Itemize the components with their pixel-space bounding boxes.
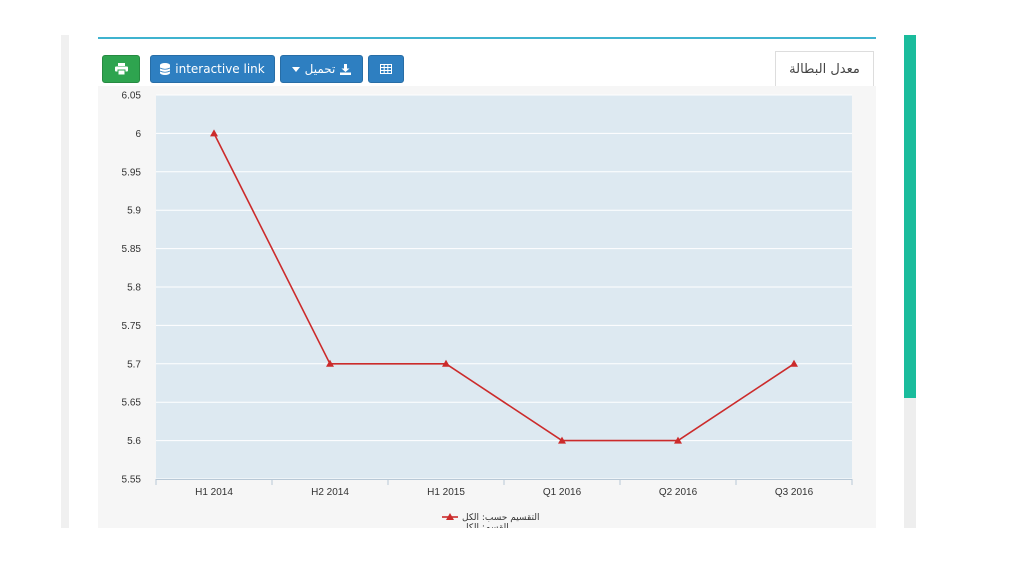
left-gutter (61, 35, 69, 528)
y-tick-label: 5.55 (122, 475, 142, 486)
y-tick-label: 5.7 (127, 359, 141, 370)
tab-unemployment-rate[interactable]: معدل البطالة (775, 51, 874, 86)
printer-icon (114, 63, 128, 75)
caret-down-icon (291, 66, 300, 72)
x-tick-label: H1 2014 (195, 487, 233, 498)
legend-label: التقسيم حسب: الكل (462, 513, 539, 523)
download-icon (340, 63, 352, 75)
y-tick-label: 5.65 (122, 398, 142, 409)
scrollbar-thumb[interactable] (904, 35, 916, 398)
download-dropdown-button[interactable]: تحميل (280, 55, 363, 83)
y-tick-label: 5.9 (127, 206, 141, 217)
x-tick-label: H1 2015 (427, 487, 465, 498)
x-tick-label: Q3 2016 (775, 487, 814, 498)
table-icon (380, 64, 392, 74)
y-tick-label: 6.05 (122, 91, 142, 102)
y-tick-label: 5.8 (127, 283, 141, 294)
table-view-button[interactable] (368, 55, 404, 83)
y-tick-label: 6 (135, 129, 141, 140)
interactive-link-button[interactable]: interactive link (150, 55, 275, 83)
y-tick-label: 5.95 (122, 167, 142, 178)
legend-label-second: القسم: الكل (462, 523, 509, 528)
chart-container: 6.05 6 5.95 5.9 5.85 5.8 5.75 5.7 5.65 5.6 5.55 H1… (98, 86, 876, 528)
x-tick-label: Q1 2016 (543, 487, 582, 498)
x-tick-label: Q2 2016 (659, 487, 698, 498)
download-label: تحميل (304, 62, 336, 76)
top-divider (98, 37, 876, 39)
database-icon (160, 63, 171, 75)
tab-label: معدل البطالة (789, 61, 860, 77)
print-button[interactable] (102, 55, 140, 83)
y-tick-label: 5.6 (127, 436, 141, 447)
line-chart: 6.05 6 5.95 5.9 5.85 5.8 5.75 5.7 5.65 5.6 5.55 H1… (122, 91, 853, 528)
y-tick-label: 5.85 (122, 244, 142, 255)
y-tick-label: 5.75 (122, 321, 142, 332)
interactive-link-label: interactive link (175, 62, 265, 76)
x-tick-label: H2 2014 (311, 487, 349, 498)
